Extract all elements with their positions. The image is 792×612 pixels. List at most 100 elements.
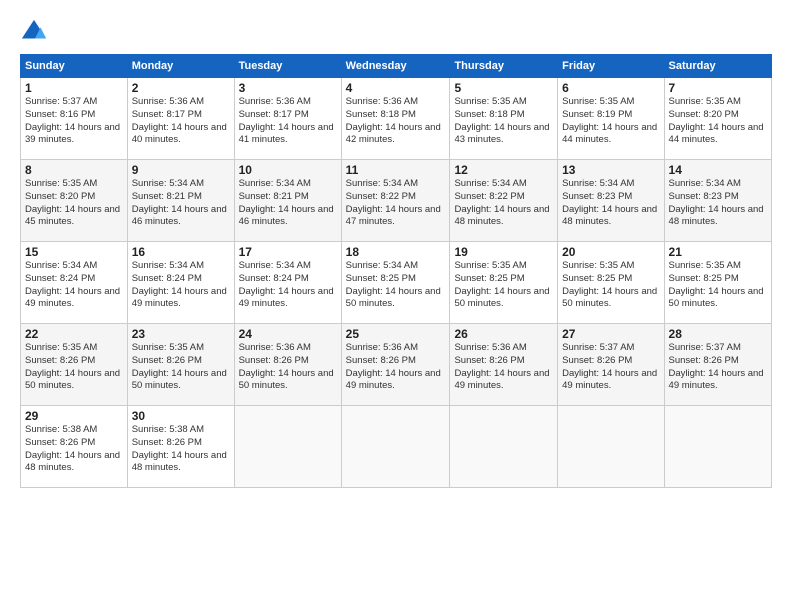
day-detail: Sunrise: 5:34 AMSunset: 8:23 PMDaylight:… xyxy=(562,178,659,229)
day-number: 27 xyxy=(562,327,659,341)
day-number: 9 xyxy=(132,163,230,177)
day-number: 5 xyxy=(454,81,553,95)
day-detail: Sunrise: 5:37 AMSunset: 8:26 PMDaylight:… xyxy=(562,342,659,393)
day-number: 25 xyxy=(346,327,446,341)
calendar-cell: 19 Sunrise: 5:35 AMSunset: 8:25 PMDaylig… xyxy=(450,242,558,324)
calendar-cell: 16 Sunrise: 5:34 AMSunset: 8:24 PMDaylig… xyxy=(127,242,234,324)
day-number: 17 xyxy=(239,245,337,259)
calendar-cell: 27 Sunrise: 5:37 AMSunset: 8:26 PMDaylig… xyxy=(558,324,664,406)
day-detail: Sunrise: 5:37 AMSunset: 8:26 PMDaylight:… xyxy=(669,342,767,393)
calendar-cell xyxy=(664,406,771,488)
header-cell: Saturday xyxy=(664,55,771,78)
calendar-cell: 15 Sunrise: 5:34 AMSunset: 8:24 PMDaylig… xyxy=(21,242,128,324)
calendar-cell: 30 Sunrise: 5:38 AMSunset: 8:26 PMDaylig… xyxy=(127,406,234,488)
day-number: 14 xyxy=(669,163,767,177)
day-number: 12 xyxy=(454,163,553,177)
calendar-row: 8 Sunrise: 5:35 AMSunset: 8:20 PMDayligh… xyxy=(21,160,772,242)
calendar-cell: 10 Sunrise: 5:34 AMSunset: 8:21 PMDaylig… xyxy=(234,160,341,242)
calendar-body: 1 Sunrise: 5:37 AMSunset: 8:16 PMDayligh… xyxy=(21,78,772,488)
day-number: 29 xyxy=(25,409,123,423)
calendar-cell xyxy=(341,406,450,488)
calendar-header: SundayMondayTuesdayWednesdayThursdayFrid… xyxy=(21,55,772,78)
calendar-cell: 28 Sunrise: 5:37 AMSunset: 8:26 PMDaylig… xyxy=(664,324,771,406)
day-number: 24 xyxy=(239,327,337,341)
day-number: 13 xyxy=(562,163,659,177)
calendar-cell xyxy=(558,406,664,488)
day-number: 4 xyxy=(346,81,446,95)
calendar-cell: 13 Sunrise: 5:34 AMSunset: 8:23 PMDaylig… xyxy=(558,160,664,242)
header-cell: Tuesday xyxy=(234,55,341,78)
day-detail: Sunrise: 5:34 AMSunset: 8:21 PMDaylight:… xyxy=(239,178,337,229)
day-detail: Sunrise: 5:35 AMSunset: 8:25 PMDaylight:… xyxy=(669,260,767,311)
calendar-cell: 9 Sunrise: 5:34 AMSunset: 8:21 PMDayligh… xyxy=(127,160,234,242)
calendar-cell xyxy=(234,406,341,488)
day-detail: Sunrise: 5:36 AMSunset: 8:18 PMDaylight:… xyxy=(346,96,446,147)
day-number: 7 xyxy=(669,81,767,95)
day-number: 21 xyxy=(669,245,767,259)
calendar-cell: 11 Sunrise: 5:34 AMSunset: 8:22 PMDaylig… xyxy=(341,160,450,242)
logo-icon xyxy=(20,18,48,46)
day-number: 26 xyxy=(454,327,553,341)
calendar-cell: 5 Sunrise: 5:35 AMSunset: 8:18 PMDayligh… xyxy=(450,78,558,160)
day-detail: Sunrise: 5:34 AMSunset: 8:24 PMDaylight:… xyxy=(25,260,123,311)
day-number: 16 xyxy=(132,245,230,259)
calendar-cell: 17 Sunrise: 5:34 AMSunset: 8:24 PMDaylig… xyxy=(234,242,341,324)
day-number: 22 xyxy=(25,327,123,341)
calendar-cell: 26 Sunrise: 5:36 AMSunset: 8:26 PMDaylig… xyxy=(450,324,558,406)
day-number: 11 xyxy=(346,163,446,177)
calendar-cell: 14 Sunrise: 5:34 AMSunset: 8:23 PMDaylig… xyxy=(664,160,771,242)
calendar-row: 29 Sunrise: 5:38 AMSunset: 8:26 PMDaylig… xyxy=(21,406,772,488)
calendar-cell: 21 Sunrise: 5:35 AMSunset: 8:25 PMDaylig… xyxy=(664,242,771,324)
day-detail: Sunrise: 5:36 AMSunset: 8:26 PMDaylight:… xyxy=(346,342,446,393)
calendar-table: SundayMondayTuesdayWednesdayThursdayFrid… xyxy=(20,54,772,488)
calendar-row: 15 Sunrise: 5:34 AMSunset: 8:24 PMDaylig… xyxy=(21,242,772,324)
day-detail: Sunrise: 5:38 AMSunset: 8:26 PMDaylight:… xyxy=(25,424,123,475)
day-number: 2 xyxy=(132,81,230,95)
day-detail: Sunrise: 5:34 AMSunset: 8:22 PMDaylight:… xyxy=(346,178,446,229)
calendar-cell: 20 Sunrise: 5:35 AMSunset: 8:25 PMDaylig… xyxy=(558,242,664,324)
day-number: 20 xyxy=(562,245,659,259)
calendar-cell: 18 Sunrise: 5:34 AMSunset: 8:25 PMDaylig… xyxy=(341,242,450,324)
day-detail: Sunrise: 5:35 AMSunset: 8:25 PMDaylight:… xyxy=(454,260,553,311)
calendar-cell: 3 Sunrise: 5:36 AMSunset: 8:17 PMDayligh… xyxy=(234,78,341,160)
day-number: 23 xyxy=(132,327,230,341)
header-cell: Monday xyxy=(127,55,234,78)
calendar-row: 22 Sunrise: 5:35 AMSunset: 8:26 PMDaylig… xyxy=(21,324,772,406)
day-number: 6 xyxy=(562,81,659,95)
calendar-cell: 4 Sunrise: 5:36 AMSunset: 8:18 PMDayligh… xyxy=(341,78,450,160)
day-detail: Sunrise: 5:35 AMSunset: 8:20 PMDaylight:… xyxy=(669,96,767,147)
day-detail: Sunrise: 5:35 AMSunset: 8:26 PMDaylight:… xyxy=(132,342,230,393)
header-row: SundayMondayTuesdayWednesdayThursdayFrid… xyxy=(21,55,772,78)
calendar-cell: 8 Sunrise: 5:35 AMSunset: 8:20 PMDayligh… xyxy=(21,160,128,242)
calendar-cell: 1 Sunrise: 5:37 AMSunset: 8:16 PMDayligh… xyxy=(21,78,128,160)
day-detail: Sunrise: 5:35 AMSunset: 8:19 PMDaylight:… xyxy=(562,96,659,147)
header-cell: Wednesday xyxy=(341,55,450,78)
calendar-cell: 25 Sunrise: 5:36 AMSunset: 8:26 PMDaylig… xyxy=(341,324,450,406)
day-detail: Sunrise: 5:35 AMSunset: 8:26 PMDaylight:… xyxy=(25,342,123,393)
day-detail: Sunrise: 5:34 AMSunset: 8:23 PMDaylight:… xyxy=(669,178,767,229)
day-detail: Sunrise: 5:36 AMSunset: 8:26 PMDaylight:… xyxy=(454,342,553,393)
day-detail: Sunrise: 5:34 AMSunset: 8:24 PMDaylight:… xyxy=(132,260,230,311)
day-detail: Sunrise: 5:37 AMSunset: 8:16 PMDaylight:… xyxy=(25,96,123,147)
calendar-cell xyxy=(450,406,558,488)
day-number: 8 xyxy=(25,163,123,177)
calendar-cell: 22 Sunrise: 5:35 AMSunset: 8:26 PMDaylig… xyxy=(21,324,128,406)
day-detail: Sunrise: 5:35 AMSunset: 8:18 PMDaylight:… xyxy=(454,96,553,147)
day-detail: Sunrise: 5:36 AMSunset: 8:17 PMDaylight:… xyxy=(132,96,230,147)
day-number: 10 xyxy=(239,163,337,177)
day-detail: Sunrise: 5:35 AMSunset: 8:20 PMDaylight:… xyxy=(25,178,123,229)
day-detail: Sunrise: 5:36 AMSunset: 8:26 PMDaylight:… xyxy=(239,342,337,393)
day-number: 3 xyxy=(239,81,337,95)
logo xyxy=(20,18,52,46)
calendar-cell: 12 Sunrise: 5:34 AMSunset: 8:22 PMDaylig… xyxy=(450,160,558,242)
calendar-cell: 23 Sunrise: 5:35 AMSunset: 8:26 PMDaylig… xyxy=(127,324,234,406)
calendar-page: SundayMondayTuesdayWednesdayThursdayFrid… xyxy=(0,0,792,612)
day-number: 15 xyxy=(25,245,123,259)
calendar-row: 1 Sunrise: 5:37 AMSunset: 8:16 PMDayligh… xyxy=(21,78,772,160)
day-detail: Sunrise: 5:34 AMSunset: 8:25 PMDaylight:… xyxy=(346,260,446,311)
day-detail: Sunrise: 5:34 AMSunset: 8:24 PMDaylight:… xyxy=(239,260,337,311)
calendar-cell: 24 Sunrise: 5:36 AMSunset: 8:26 PMDaylig… xyxy=(234,324,341,406)
header-cell: Friday xyxy=(558,55,664,78)
header-cell: Thursday xyxy=(450,55,558,78)
day-detail: Sunrise: 5:38 AMSunset: 8:26 PMDaylight:… xyxy=(132,424,230,475)
